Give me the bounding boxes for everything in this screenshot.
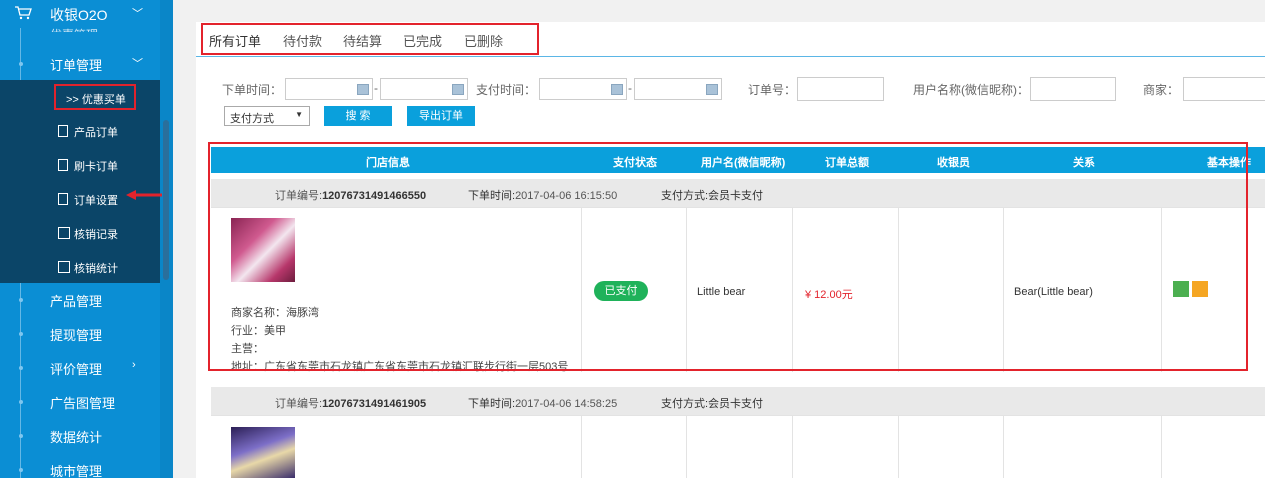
- sidebar-item-stats[interactable]: 数据统计: [0, 418, 160, 452]
- store-thumbnail[interactable]: [231, 427, 295, 478]
- col-divider: [792, 415, 793, 478]
- range-dash: -: [374, 81, 378, 95]
- merchant-input[interactable]: [1183, 77, 1265, 101]
- range-dash: -: [628, 81, 632, 95]
- verify-icon: [58, 261, 70, 273]
- sidebar-item-label: 提现管理: [50, 328, 103, 343]
- calendar-icon[interactable]: [706, 84, 718, 95]
- export-orders-button[interactable]: 导出订单: [407, 106, 475, 126]
- pay-time-label: 支付时间：: [476, 83, 537, 97]
- sidebar-item-order-mgmt[interactable]: 订单管理 ﹀: [0, 46, 160, 80]
- sidebar-subitem-verify-records[interactable]: 核销记录: [58, 220, 158, 248]
- tabs-divider: [196, 56, 1265, 57]
- sidebar-top-label: 收银O2O: [50, 7, 108, 23]
- sidebar-item-label: 数据统计: [50, 430, 103, 445]
- sidebar-subitem-label: 核销统计: [74, 263, 118, 275]
- sidebar-item-label: 城市管理: [50, 464, 103, 478]
- order-time-value: 2017-04-06 14:58:25: [515, 398, 618, 410]
- tree-dot: [19, 434, 23, 438]
- sidebar-subitem-label: 订单设置: [74, 195, 118, 207]
- tree-dot: [19, 298, 23, 302]
- chevron-down-icon: ﹀: [132, 8, 143, 20]
- tree-dot: [19, 332, 23, 336]
- sidebar-subitem-card-orders[interactable]: 刷卡订单: [58, 152, 158, 180]
- calendar-icon[interactable]: [357, 84, 369, 95]
- tabs-highlight-box: [201, 23, 539, 55]
- chevron-right-icon: ›: [132, 359, 136, 371]
- order-row-header: 订单编号:12076731491461905 下单时间:2017-04-06 1…: [211, 387, 1265, 415]
- chevron-down-icon: ﹀: [132, 58, 143, 70]
- order-time: 下单时间:2017-04-06 14:58:25: [468, 395, 617, 411]
- sidebar-item-withdraw[interactable]: 提现管理: [0, 316, 160, 350]
- sidebar-item-label: 产品管理: [50, 294, 103, 309]
- col-divider: [1003, 415, 1004, 478]
- document-icon: [58, 193, 68, 205]
- document-icon: [58, 125, 68, 137]
- sidebar-submenu: 产品订单 刷卡订单 订单设置 核销记录 核销统计: [0, 80, 160, 283]
- sidebar-item-products[interactable]: 产品管理: [0, 282, 160, 316]
- sidebar-top-menu[interactable]: 收银O2O ﹀: [0, 0, 160, 28]
- tree-dot: [19, 366, 23, 370]
- sidebar-subitem-label: >> 优惠买单: [66, 94, 126, 106]
- order-no-input[interactable]: [797, 77, 884, 101]
- col-divider: [686, 415, 687, 478]
- sidebar: 收银O2O ﹀ 优惠管理 订单管理 ﹀ 产品订单 刷卡订单 订单设置 核销记录 …: [0, 0, 160, 478]
- tree-dot: [19, 468, 23, 472]
- dropdown-arrow-icon: ▼: [295, 110, 303, 119]
- sidebar-subitem-discount-pay[interactable]: >> 优惠买单: [54, 84, 136, 110]
- calendar-icon[interactable]: [452, 84, 464, 95]
- col-divider: [898, 415, 899, 478]
- table-highlight-box: [208, 142, 1248, 371]
- order-time-label: 下单时间:: [468, 398, 516, 410]
- order-no-value: 12076731491461905: [322, 398, 427, 410]
- merchant-label: 商家：: [1143, 83, 1180, 97]
- row-divider: [211, 415, 1265, 416]
- pay-method-value: 支付方式: [230, 113, 274, 125]
- user-name-input[interactable]: [1030, 77, 1116, 101]
- sidebar-item-reviews[interactable]: 评价管理 ›: [0, 350, 160, 384]
- sidebar-subitem-verify-stats[interactable]: 核销统计: [58, 254, 158, 282]
- tree-dot: [19, 400, 23, 404]
- sidebar-item-label: 评价管理: [50, 362, 103, 377]
- col-divider: [581, 415, 582, 478]
- verify-icon: [58, 227, 70, 239]
- order-time-label: 下单时间：: [222, 83, 283, 97]
- sidebar-subitem-product-orders[interactable]: 产品订单: [58, 118, 158, 146]
- sidebar-item-label: 广告图管理: [50, 396, 116, 411]
- user-name-label: 用户名称(微信昵称)：: [913, 83, 1029, 97]
- sidebar-item-cities[interactable]: 城市管理: [0, 452, 160, 478]
- red-arrow-annotation: [126, 190, 162, 200]
- cart-icon: [15, 6, 32, 20]
- pay-method-select[interactable]: 支付方式 ▼: [224, 106, 310, 126]
- order-pay-method: 支付方式:会员卡支付: [661, 398, 764, 410]
- order-no-label: 订单编号:: [275, 398, 323, 410]
- tree-dot: [19, 62, 23, 66]
- order-no-label: 订单号：: [748, 83, 797, 97]
- calendar-icon[interactable]: [611, 84, 623, 95]
- order-no: 订单编号:12076731491461905: [275, 395, 426, 411]
- document-icon: [58, 159, 68, 171]
- col-divider: [1161, 415, 1162, 478]
- sidebar-item-label: 订单管理: [50, 58, 103, 73]
- sidebar-item-banners[interactable]: 广告图管理: [0, 384, 160, 418]
- sidebar-subitem-label: 刷卡订单: [74, 161, 118, 173]
- search-button[interactable]: 搜 索: [324, 106, 392, 126]
- sidebar-cut-label: 优惠管理: [50, 26, 98, 32]
- sidebar-subitem-label: 产品订单: [74, 127, 118, 139]
- sidebar-subitem-label: 核销记录: [74, 229, 118, 241]
